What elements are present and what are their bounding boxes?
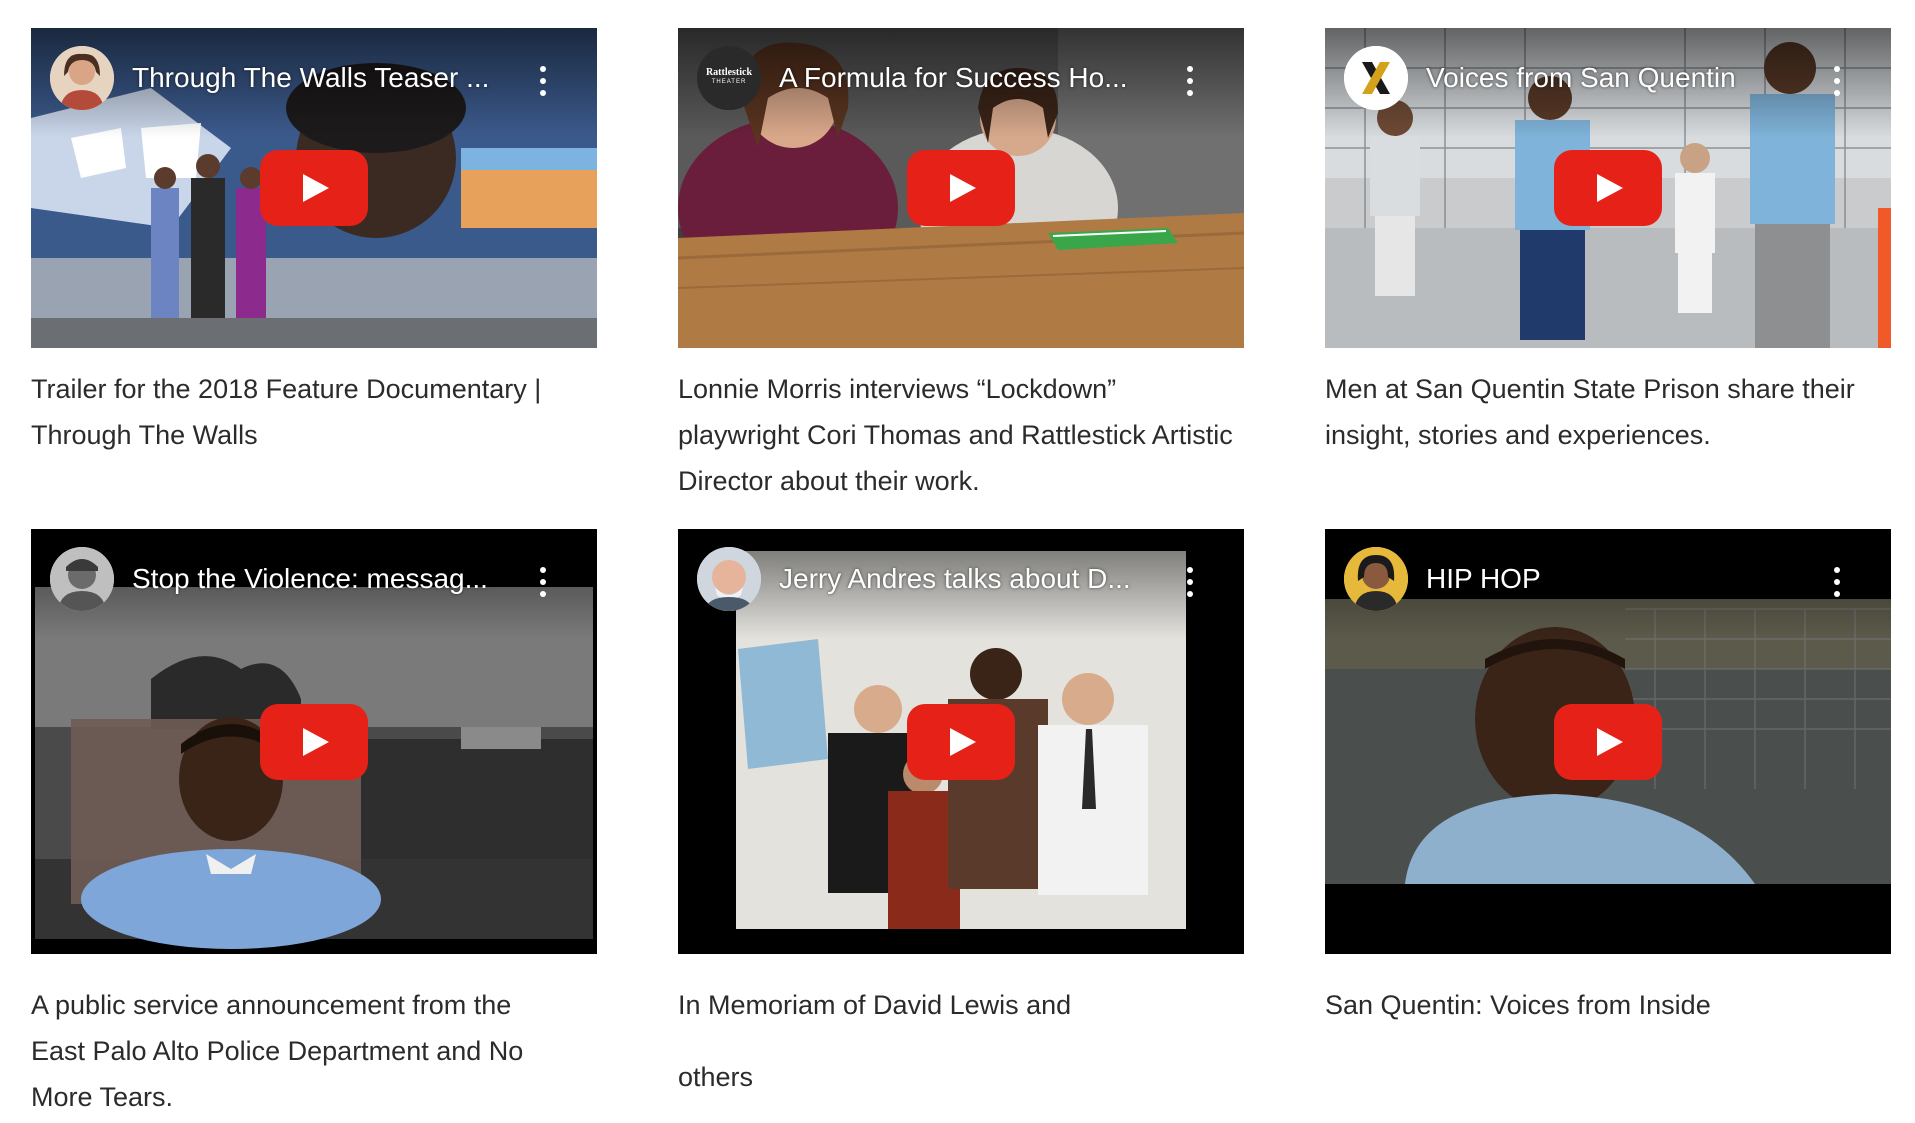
rattlestick-logo-subtext: THEATER	[711, 79, 747, 85]
play-button-icon[interactable]	[1554, 150, 1662, 226]
video-title-link[interactable]: Stop the Violence: messag...	[132, 561, 512, 597]
video-card-3: Voices from San Quentin Men at San Quent…	[1325, 28, 1891, 458]
play-button-icon[interactable]	[260, 150, 368, 226]
video-player-6[interactable]: HIP HOP	[1325, 529, 1891, 954]
video-player-5[interactable]: Jerry Andres talks about D...	[678, 529, 1244, 954]
video-description-line-1: In Memoriam of David Lewis and	[678, 990, 1072, 1020]
video-description: Trailer for the 2018 Feature Documentary…	[31, 374, 542, 450]
play-button-icon[interactable]	[1554, 703, 1662, 780]
video-description: Men at San Quentin State Prison share th…	[1325, 374, 1855, 450]
video-player-3[interactable]: Voices from San Quentin	[1325, 28, 1891, 348]
more-options-icon[interactable]	[1827, 64, 1847, 98]
play-button-icon[interactable]	[260, 703, 368, 780]
video-title-link[interactable]: Through The Walls Teaser ...	[132, 60, 512, 96]
video-description: A public service announcement from the E…	[31, 990, 524, 1112]
video-title-link[interactable]: Jerry Andres talks about D...	[779, 561, 1159, 597]
video-description: San Quentin: Voices from Inside	[1325, 990, 1711, 1020]
more-options-icon[interactable]	[533, 64, 553, 98]
channel-avatar-woman-icon[interactable]	[1344, 547, 1408, 611]
video-card-2: Rattlestick THEATER A Formula for Succes…	[678, 28, 1244, 504]
video-card-5: Jerry Andres talks about D... In Memoria…	[678, 529, 1244, 1100]
video-card-1: Through The Walls Teaser ... Trailer for…	[31, 28, 597, 458]
channel-avatar-rattlestick-icon[interactable]: Rattlestick THEATER	[697, 46, 761, 110]
play-button-icon[interactable]	[907, 703, 1015, 780]
channel-avatar-older-man-icon[interactable]	[697, 547, 761, 611]
video-card-4: Stop the Violence: messag... A public se…	[31, 529, 597, 1120]
play-button-icon[interactable]	[907, 150, 1015, 226]
video-title-link[interactable]: Voices from San Quentin	[1426, 60, 1806, 96]
video-description-line-2: others	[678, 1062, 754, 1092]
channel-avatar-woman-icon[interactable]	[50, 46, 114, 110]
video-player-1[interactable]: Through The Walls Teaser ...	[31, 28, 597, 348]
channel-avatar-x-logo-icon[interactable]	[1344, 46, 1408, 110]
video-description: Lonnie Morris interviews “Lockdown” play…	[678, 374, 1233, 496]
video-player-2[interactable]: Rattlestick THEATER A Formula for Succes…	[678, 28, 1244, 348]
video-title-link[interactable]: A Formula for Success Ho...	[779, 60, 1159, 96]
video-player-4[interactable]: Stop the Violence: messag...	[31, 529, 597, 954]
video-title-link[interactable]: HIP HOP	[1426, 561, 1806, 597]
more-options-icon[interactable]	[1827, 565, 1847, 599]
rattlestick-logo-text: Rattlestick	[705, 67, 753, 78]
more-options-icon[interactable]	[533, 565, 553, 599]
more-options-icon[interactable]	[1180, 565, 1200, 599]
more-options-icon[interactable]	[1180, 64, 1200, 98]
video-card-6: HIP HOP San Quentin: Voices from Inside	[1325, 529, 1891, 1028]
channel-avatar-man-icon[interactable]	[50, 547, 114, 611]
